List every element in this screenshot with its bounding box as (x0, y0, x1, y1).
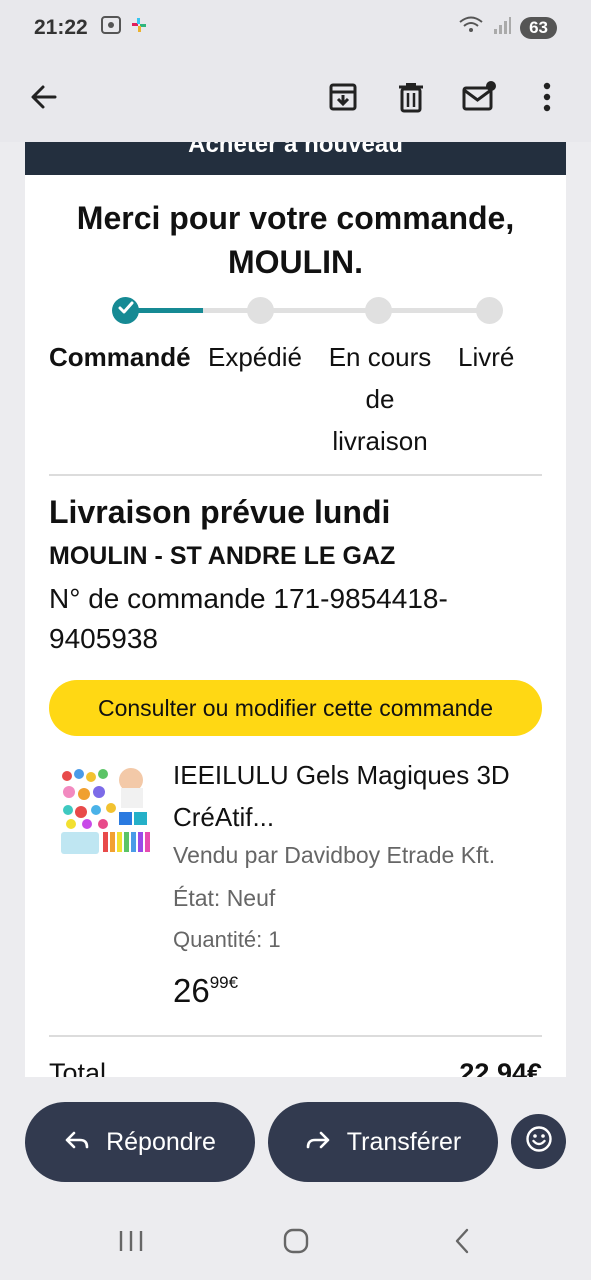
product-seller: Vendu par Davidboy Etrade Kft. (173, 842, 496, 868)
battery-level: 63 (520, 17, 557, 39)
slack-icon (130, 16, 148, 40)
archive-icon (327, 81, 359, 118)
product-quantity: Quantité: 1 (173, 927, 281, 952)
recent-apps-icon (118, 1229, 144, 1258)
back-arrow-icon (29, 82, 59, 117)
step-delivered-label: Livré (458, 342, 515, 372)
total-label: Total (49, 1058, 107, 1077)
smiley-icon (525, 1125, 553, 1158)
home-icon (282, 1227, 310, 1260)
reply-button[interactable]: Répondre (25, 1102, 255, 1182)
check-icon (118, 301, 134, 320)
order-number: N° de commande 171-9854418- 9405938 (49, 583, 448, 654)
back-button[interactable] (22, 77, 66, 121)
emoji-reaction-button[interactable] (511, 1114, 566, 1169)
step-in-transit-dot (365, 297, 392, 324)
email-body: Acheter à nouveau Merci pour votre comma… (0, 142, 591, 1077)
signal-icon (492, 15, 512, 41)
more-vert-icon (542, 82, 552, 117)
product-price: 2699€ (173, 972, 239, 1009)
thanks-heading: Merci pour votre commande, MOULIN. (76, 200, 515, 280)
archive-button[interactable] (321, 77, 365, 121)
step-ordered-dot (112, 297, 139, 324)
forward-button[interactable]: Transférer (268, 1102, 498, 1182)
delivery-address: MOULIN - ST ANDRE LE GAZ (49, 542, 396, 570)
delete-icon (396, 81, 426, 118)
email-toolbar (0, 56, 591, 142)
reply-label: Répondre (106, 1127, 216, 1156)
status-bar: 21:22 63 (0, 0, 591, 56)
home-button[interactable] (276, 1228, 316, 1258)
chevron-left-icon (452, 1227, 472, 1260)
reply-icon (64, 1128, 90, 1157)
delivery-date-heading: Livraison prévue lundi (49, 494, 391, 530)
more-options-button[interactable] (525, 77, 569, 121)
reply-action-bar: Répondre Transférer (0, 1077, 591, 1202)
view-modify-order-button[interactable]: Consulter ou modifier cette commande (49, 680, 542, 736)
product-image[interactable] (59, 766, 151, 861)
product-condition: État: Neuf (173, 885, 276, 911)
system-navigation-bar (0, 1202, 591, 1280)
delete-button[interactable] (389, 77, 433, 121)
order-total-row: Total 22,94€ (49, 1058, 542, 1077)
screenshot-icon (100, 14, 122, 42)
step-ordered-label: Commandé (49, 342, 191, 372)
mark-unread-button[interactable] (457, 77, 501, 121)
forward-icon (305, 1128, 331, 1157)
step-in-transit-label: En cours de livraison (328, 342, 432, 456)
divider (49, 1035, 542, 1037)
product-title-link[interactable]: IEEILULU Gels Magiques 3D CréAtif... (173, 754, 553, 838)
order-card: Acheter à nouveau Merci pour votre comma… (25, 142, 566, 1077)
system-back-button[interactable] (442, 1228, 482, 1258)
buy-again-banner[interactable]: Acheter à nouveau (25, 142, 566, 175)
order-progress-tracker (25, 294, 566, 330)
status-time: 21:22 (34, 16, 88, 39)
wifi-icon (458, 15, 484, 41)
total-amount: 22,94€ (459, 1058, 542, 1077)
recent-apps-button[interactable] (111, 1228, 151, 1258)
progress-step-labels: Commandé Expédié En cours de livraison L… (25, 336, 566, 456)
step-shipped-dot (247, 297, 274, 324)
step-delivered-dot (476, 297, 503, 324)
forward-label: Transférer (346, 1127, 462, 1156)
divider (49, 474, 542, 476)
step-shipped-label: Expédié (208, 342, 302, 372)
mark-unread-icon (461, 80, 497, 118)
